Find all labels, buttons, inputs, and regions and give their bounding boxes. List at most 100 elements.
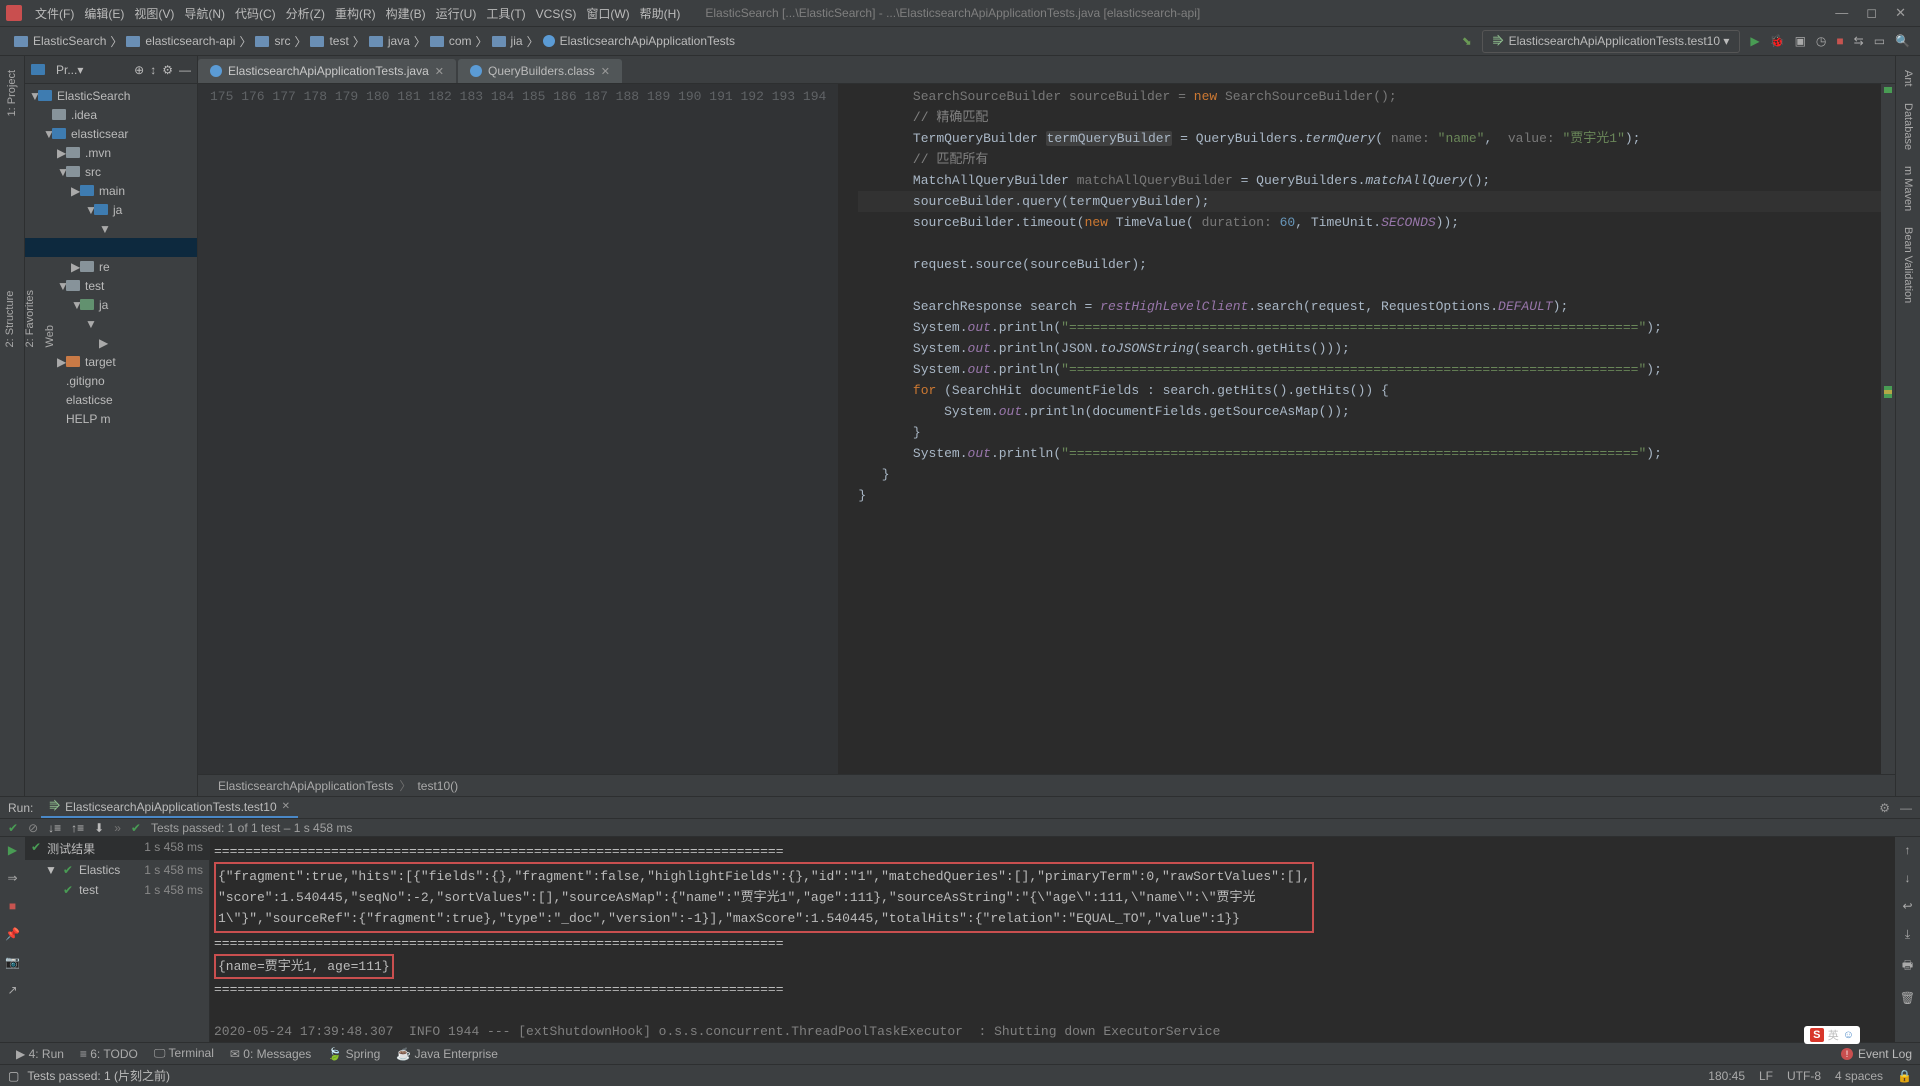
profile-button[interactable]: ◷: [1816, 34, 1826, 48]
collapse-icon[interactable]: ↕: [150, 63, 156, 77]
tree-item[interactable]: ▼elasticsear: [25, 124, 197, 143]
tool-tab[interactable]: ✉ 0: Messages: [222, 1046, 319, 1061]
close-button[interactable]: ✕: [1895, 5, 1906, 21]
window-list-icon[interactable]: ▢: [8, 1069, 19, 1083]
tree-item[interactable]: .idea: [25, 105, 197, 124]
menu-item[interactable]: 代码(C): [230, 7, 281, 21]
breadcrumb[interactable]: com: [426, 34, 476, 48]
menu-item[interactable]: 分析(Z): [281, 7, 330, 21]
tree-item[interactable]: ▼ElasticSearch: [25, 86, 197, 105]
layout-button[interactable]: ▭: [1874, 34, 1885, 48]
tree-item[interactable]: ▼: [25, 219, 197, 238]
tree-item[interactable]: ▼src: [25, 162, 197, 181]
menu-item[interactable]: 文件(F): [30, 7, 79, 21]
sidebar-tab-maven[interactable]: m Maven: [1900, 158, 1916, 219]
expand-icon[interactable]: ⬇: [94, 821, 104, 835]
sidebar-tab-project[interactable]: 1: Project: [4, 60, 20, 126]
editor-tab[interactable]: ElasticsearchApiApplicationTests.java✕: [198, 59, 456, 83]
target-icon[interactable]: ⊕: [134, 63, 144, 77]
editor-breadcrumb-method[interactable]: test10(): [417, 779, 458, 793]
close-icon[interactable]: ✕: [601, 65, 610, 78]
sidebar-tab-structure[interactable]: 2: Structure: [0, 280, 20, 357]
scroll-icon[interactable]: ⤓: [1905, 927, 1910, 942]
sidebar-tab-database[interactable]: Database: [1900, 95, 1916, 158]
minimize-button[interactable]: —: [1835, 5, 1848, 21]
coverage-button[interactable]: ▣: [1795, 34, 1806, 48]
tool-tab[interactable]: ▶ 4: Run: [8, 1046, 72, 1061]
encoding[interactable]: UTF-8: [1787, 1069, 1821, 1083]
tool-tab[interactable]: 🍃 Spring: [319, 1046, 388, 1061]
menu-item[interactable]: 工具(T): [481, 7, 530, 21]
console-output[interactable]: ========================================…: [210, 837, 1895, 1042]
menu-item[interactable]: VCS(S): [531, 7, 582, 21]
sidebar-tab-ant[interactable]: Ant: [1900, 62, 1916, 95]
sidebar-tab-bean[interactable]: Bean Validation: [1900, 219, 1916, 311]
tree-item[interactable]: ▼ja: [25, 200, 197, 219]
rerun-button[interactable]: ▶: [8, 843, 17, 857]
tree-item[interactable]: ▶re: [25, 257, 197, 276]
menu-item[interactable]: 重构(R): [330, 7, 381, 21]
test-row[interactable]: test: [79, 883, 98, 897]
breadcrumb[interactable]: elasticsearch-api: [122, 34, 239, 48]
test-row[interactable]: Elastics: [79, 863, 120, 877]
sort-down-icon[interactable]: ↑≡: [71, 821, 84, 835]
sidebar-tab-web[interactable]: Web: [40, 280, 60, 357]
run-tab[interactable]: ⭆ElasticsearchApiApplicationTests.test10…: [41, 797, 298, 818]
close-icon[interactable]: ✕: [435, 65, 444, 78]
export-icon[interactable]: ↗: [7, 983, 17, 997]
code-editor[interactable]: SearchSourceBuilder sourceBuilder = new …: [838, 84, 1881, 774]
debug-button[interactable]: 🐞: [1770, 34, 1785, 48]
tree-item[interactable]: ▶main: [25, 181, 197, 200]
breadcrumb[interactable]: java: [365, 34, 414, 48]
event-log-button[interactable]: !Event Log: [1841, 1047, 1912, 1061]
tool-tab[interactable]: ☕ Java Enterprise: [388, 1046, 506, 1061]
menu-item[interactable]: 构建(B): [381, 7, 431, 21]
tree-item[interactable]: ▶.mvn: [25, 143, 197, 162]
line-separator[interactable]: LF: [1759, 1069, 1773, 1083]
tests-ignored-icon[interactable]: ⊘: [28, 821, 38, 835]
breadcrumb[interactable]: ElasticsearchApiApplicationTests: [539, 34, 739, 48]
hammer-icon[interactable]: ⬊: [1462, 34, 1472, 48]
wrap-icon[interactable]: ↩: [1902, 899, 1912, 913]
filter-icon[interactable]: ⇒: [7, 871, 17, 885]
menu-item[interactable]: 运行(U): [431, 7, 482, 21]
run-button[interactable]: ▶: [1750, 34, 1759, 48]
sort-icon[interactable]: ↓≡: [48, 821, 61, 835]
update-button[interactable]: ⇆: [1854, 34, 1864, 48]
tool-tab[interactable]: 🖵 Terminal: [146, 1046, 222, 1061]
trash-icon[interactable]: 🗑: [1900, 991, 1915, 1005]
hide-icon[interactable]: —: [179, 63, 191, 77]
down-arrow-icon[interactable]: ↓: [1905, 871, 1911, 885]
menu-item[interactable]: 帮助(H): [635, 7, 686, 21]
print-icon[interactable]: 🖶: [1902, 956, 1913, 977]
tree-item[interactable]: .gitigno: [25, 371, 197, 390]
menu-item[interactable]: 视图(V): [129, 7, 179, 21]
breadcrumb[interactable]: src: [251, 34, 294, 48]
breadcrumb[interactable]: test: [306, 34, 352, 48]
stop-button[interactable]: ■: [1836, 34, 1843, 48]
gear-icon[interactable]: ⚙: [162, 63, 173, 77]
breadcrumb[interactable]: jia: [488, 34, 527, 48]
stop-icon[interactable]: ■: [9, 899, 16, 913]
tree-item[interactable]: HELP m: [25, 409, 197, 428]
editor-breadcrumb[interactable]: ElasticsearchApiApplicationTests: [218, 779, 393, 793]
editor-tab[interactable]: QueryBuilders.class✕: [458, 59, 622, 83]
gear-icon[interactable]: ⚙: [1879, 801, 1890, 815]
search-button[interactable]: 🔍: [1895, 34, 1910, 48]
minimize-icon[interactable]: —: [1900, 801, 1912, 815]
tests-ok-icon[interactable]: ✔: [8, 821, 18, 835]
up-arrow-icon[interactable]: ↑: [1905, 843, 1911, 857]
indent[interactable]: 4 spaces: [1835, 1069, 1883, 1083]
tool-tab[interactable]: ≡ 6: TODO: [72, 1046, 146, 1061]
menu-item[interactable]: 窗口(W): [581, 7, 634, 21]
run-config-select[interactable]: ⭆ ElasticsearchApiApplicationTests.test1…: [1482, 30, 1741, 53]
sidebar-tab-favorites[interactable]: 2: Favorites: [20, 280, 40, 357]
tree-item[interactable]: [25, 238, 197, 257]
lock-icon[interactable]: 🔒: [1897, 1069, 1912, 1083]
camera-icon[interactable]: 📷: [5, 955, 20, 969]
breadcrumb[interactable]: ElasticSearch: [10, 34, 110, 48]
pin-icon[interactable]: 📌: [5, 927, 20, 941]
menu-item[interactable]: 编辑(E): [79, 7, 129, 21]
menu-item[interactable]: 导航(N): [179, 7, 230, 21]
maximize-button[interactable]: ◻: [1866, 5, 1877, 21]
